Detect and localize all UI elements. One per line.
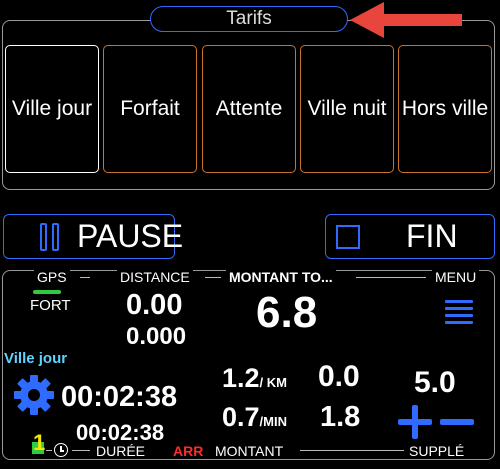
pause-label: PAUSE: [77, 218, 184, 254]
rate-min-number: 0.7: [222, 402, 260, 432]
distance-value: 0.00: [126, 289, 183, 321]
divider: [72, 450, 90, 451]
plus-button[interactable]: [398, 405, 432, 439]
divider: [80, 277, 90, 278]
tarif-label: Ville jour: [11, 97, 93, 120]
counter-badge: 1: [33, 430, 46, 455]
divider: [356, 277, 426, 278]
pause-icon: [40, 222, 59, 251]
tarif-tile-ville-nuit[interactable]: Ville nuit: [300, 45, 394, 173]
tarif-tile-forfait[interactable]: Forfait: [103, 45, 197, 173]
fin-button[interactable]: FIN: [325, 214, 495, 259]
divider: [300, 450, 404, 451]
current-tarif-label: Ville jour: [4, 350, 68, 367]
tarifs-title: Tarifs: [150, 6, 348, 32]
flag-counter: 1: [30, 430, 45, 455]
minus-button[interactable]: [440, 405, 474, 439]
tarif-label: Ville nuit: [307, 97, 387, 120]
tarif-tile-hors-ville[interactable]: Hors ville: [398, 45, 492, 173]
pause-button[interactable]: PAUSE: [3, 214, 183, 259]
menu-label: MENU: [432, 270, 480, 284]
clock-icon: [54, 443, 68, 457]
montant-total-label: MONTANT TO...: [226, 270, 336, 284]
red-arrow-annotation: [350, 2, 462, 38]
montant-label: MONTANT: [212, 444, 287, 458]
divider: [46, 450, 52, 451]
rate-min-unit: /MIN: [259, 414, 287, 429]
supplement-value: 5.0: [414, 366, 456, 399]
tarif-label: Attente: [215, 97, 283, 120]
tarif-label: Forfait: [120, 97, 180, 120]
min-amount-value: 1.8: [320, 401, 361, 433]
tarif-tile-ville-jour[interactable]: Ville jour: [5, 45, 99, 173]
gps-label: GPS: [34, 270, 70, 284]
arr-button[interactable]: ARR: [170, 444, 207, 458]
timer-main: 00:02:38: [61, 381, 178, 413]
montant-total-value: 6.8: [256, 288, 318, 337]
duree-label: DURÉE: [93, 444, 149, 458]
rate-km-unit: / KM: [259, 375, 287, 390]
menu-icon[interactable]: [445, 300, 473, 324]
rate-km-number: 1.2: [222, 363, 260, 393]
divider: [205, 277, 221, 278]
gps-signal-text: FORT: [30, 297, 71, 314]
fin-label: FIN: [406, 218, 458, 254]
stop-icon: [336, 224, 360, 249]
rate-km-value: 1.2/ KM: [222, 363, 287, 394]
supple-label: SUPPLÉ: [406, 444, 468, 458]
rate-min-value: 0.7/MIN: [222, 402, 287, 433]
gps-signal-bar: [33, 290, 61, 294]
gear-icon[interactable]: [12, 373, 56, 417]
tarif-label: Hors ville: [401, 97, 489, 120]
distance-label: DISTANCE: [117, 270, 193, 284]
km-amount-value: 0.0: [318, 360, 360, 393]
distance-value-secondary: 0.000: [126, 323, 187, 350]
tarif-tile-attente[interactable]: Attente: [202, 45, 296, 173]
